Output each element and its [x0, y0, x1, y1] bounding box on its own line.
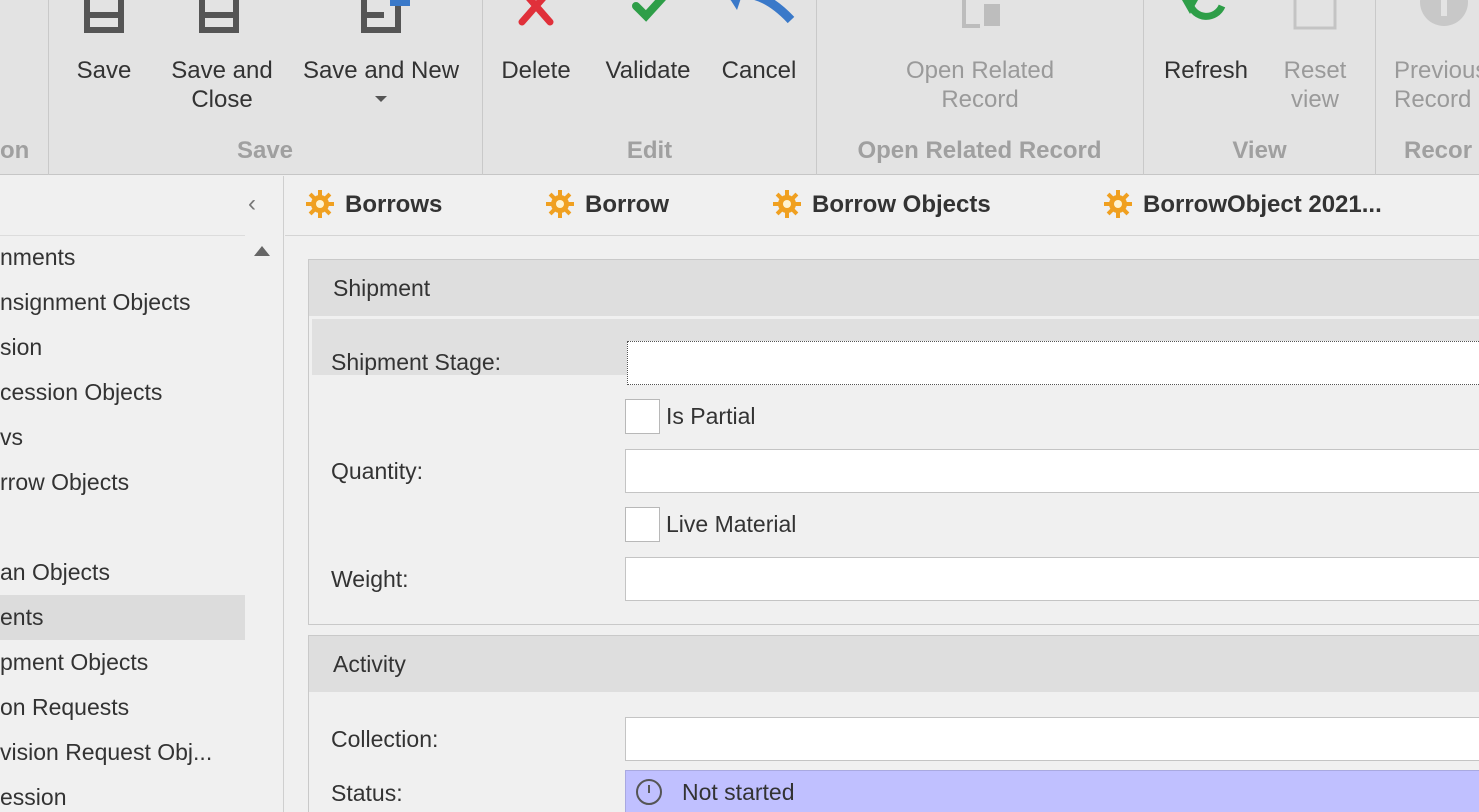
- refresh-button[interactable]: Refresh: [1156, 0, 1256, 130]
- quantity-label: Quantity:: [331, 458, 424, 484]
- shipment-section: Shipment Shipment Stage: Is Partial Quan…: [308, 259, 1479, 625]
- nav-item-borrows[interactable]: vs: [0, 415, 245, 460]
- status-label: Status:: [331, 780, 403, 806]
- gear-icon: [306, 189, 334, 218]
- refresh-icon: [1182, 0, 1226, 20]
- gear-icon: [546, 189, 574, 218]
- nav-item-accession[interactable]: sion: [0, 325, 245, 370]
- live-material-checkbox[interactable]: [625, 507, 660, 542]
- save-and-close-label: Save and Close: [171, 57, 273, 113]
- delete-button[interactable]: Delete: [494, 0, 578, 130]
- tab-label: Borrow Objects: [812, 191, 991, 218]
- validate-button[interactable]: Validate: [598, 0, 698, 130]
- tab-borrow[interactable]: Borrow: [545, 176, 669, 234]
- activity-section: Activity Collection: Status: Not started: [308, 635, 1479, 812]
- save-button-label: Save: [76, 57, 132, 84]
- weight-input[interactable]: [625, 557, 1479, 601]
- nav-item-consignment-objects[interactable]: nsignment Objects: [0, 280, 245, 325]
- tab-borrows[interactable]: Borrows: [305, 176, 442, 234]
- is-partial-checkbox[interactable]: [625, 399, 660, 434]
- nav-item-session[interactable]: ession: [0, 775, 245, 812]
- reset-view-icon: [1293, 0, 1337, 30]
- collapse-sidebar-chevron-icon[interactable]: ‹: [240, 192, 264, 216]
- nav-item-shipments[interactable]: ents: [0, 595, 245, 640]
- reset-view-button[interactable]: Reset view: [1270, 0, 1360, 130]
- group-label-records: Recor: [1404, 137, 1473, 164]
- save-and-new-button[interactable]: Save and New: [296, 0, 466, 130]
- status-value: Not started: [682, 779, 795, 805]
- group-label-open-related: Open Related Record: [857, 137, 1102, 164]
- save-and-new-label: Save and New: [302, 57, 460, 84]
- chevron-down-icon[interactable]: [375, 96, 387, 102]
- save-new-icon: [361, 0, 410, 33]
- app-window: on Save Save and Close Save and New Save…: [0, 0, 1479, 812]
- navigation-sidebar: ‹ nments nsignment Objects sion cession …: [0, 176, 284, 812]
- document-tabs: Borrows Borrow Borrow Objects BorrowObje…: [285, 176, 1479, 236]
- previous-record-label: Previous Record: [1394, 57, 1479, 113]
- nav-item-shipment-objects[interactable]: pment Objects: [0, 640, 245, 685]
- checkmark-icon: [632, 0, 666, 22]
- open-related-record-label: Open Related Record: [905, 57, 1055, 113]
- group-label-edit: Edit: [626, 137, 673, 164]
- save-icon: [84, 0, 124, 33]
- save-and-close-button[interactable]: Save and Close: [162, 0, 282, 130]
- tab-borrowobject-record[interactable]: BorrowObject 2021...: [1103, 176, 1382, 234]
- scroll-up-arrow-icon[interactable]: [254, 246, 270, 256]
- previous-record-button[interactable]: Previous Record: [1386, 0, 1479, 130]
- collection-input[interactable]: [625, 717, 1479, 761]
- nav-item-loans[interactable]: [0, 505, 245, 550]
- group-label-view: View: [1232, 137, 1287, 164]
- cancel-button-label: Cancel: [721, 57, 797, 84]
- is-partial-label: Is Partial: [666, 403, 756, 429]
- quantity-input[interactable]: [625, 449, 1479, 493]
- group-separator: [1375, 0, 1376, 175]
- status-field[interactable]: Not started: [625, 770, 1479, 812]
- shipment-section-header[interactable]: Shipment: [309, 260, 1479, 316]
- validate-button-label: Validate: [605, 57, 691, 84]
- delete-x-icon: [518, 0, 554, 26]
- nav-item-loan-objects[interactable]: an Objects: [0, 550, 245, 595]
- live-material-label: Live Material: [666, 511, 797, 537]
- nav-item-provision-request-objects[interactable]: vision Request Obj...: [0, 730, 245, 775]
- undo-arrow-icon: [730, 0, 795, 24]
- tab-label: Borrow: [585, 191, 669, 218]
- reset-view-label: Reset view: [1283, 57, 1347, 113]
- gear-icon: [1104, 189, 1132, 218]
- activity-section-header[interactable]: Activity: [309, 636, 1479, 692]
- open-related-record-button[interactable]: Open Related Record: [880, 0, 1080, 130]
- delete-button-label: Delete: [501, 57, 571, 84]
- save-close-icon: [199, 0, 239, 33]
- clock-icon: [636, 779, 662, 805]
- refresh-button-label: Refresh: [1163, 57, 1249, 84]
- nav-item-accession-objects[interactable]: cession Objects: [0, 370, 245, 415]
- ribbon: on Save Save and Close Save and New Save…: [0, 0, 1479, 175]
- shipment-stage-label: Shipment Stage:: [331, 349, 502, 375]
- related-record-icon: [962, 0, 1000, 28]
- nav-item-provision-requests[interactable]: on Requests: [0, 685, 245, 730]
- collection-label: Collection:: [331, 726, 439, 752]
- nav-item-consignments[interactable]: nments: [0, 235, 245, 280]
- group-label-navigation: on: [0, 137, 30, 164]
- gear-icon: [773, 189, 801, 218]
- weight-label: Weight:: [331, 566, 409, 592]
- nav-item-borrow-objects[interactable]: rrow Objects: [0, 460, 245, 505]
- previous-record-icon: [1420, 0, 1468, 26]
- shipment-stage-input[interactable]: [627, 341, 1479, 385]
- tab-label: BorrowObject 2021...: [1143, 191, 1382, 218]
- group-label-save: Save: [236, 137, 294, 164]
- save-button[interactable]: Save: [64, 0, 144, 130]
- tab-borrow-objects[interactable]: Borrow Objects: [772, 176, 991, 234]
- navigation-list: nments nsignment Objects sion cession Ob…: [0, 235, 245, 812]
- cancel-button[interactable]: Cancel: [714, 0, 804, 130]
- tab-label: Borrows: [345, 191, 443, 218]
